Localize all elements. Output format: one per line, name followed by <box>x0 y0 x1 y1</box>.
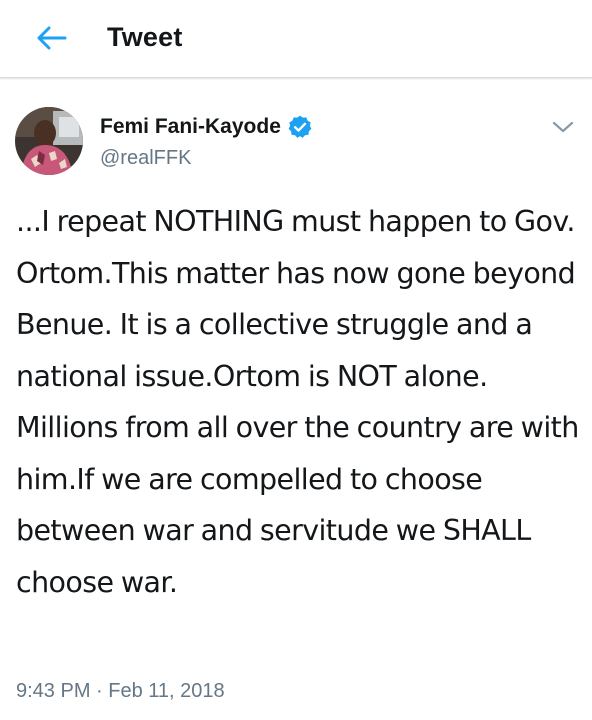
author-handle[interactable]: @realFFK <box>100 147 191 170</box>
arrow-left-icon <box>37 26 67 50</box>
avatar-image <box>15 107 83 175</box>
back-button[interactable] <box>30 20 74 56</box>
tweet-timestamp[interactable]: 9:43 PM · Feb 11, 2018 <box>16 680 225 703</box>
page-title: Tweet <box>107 22 183 52</box>
tweet-screen: Tweet Femi Fani-Kayode @realFFK ...I rep… <box>0 0 592 720</box>
tweet-options-button[interactable] <box>548 114 578 140</box>
author-display-name[interactable]: Femi Fani-Kayode <box>100 115 281 139</box>
avatar[interactable] <box>15 107 83 175</box>
author-row: Femi Fani-Kayode <box>100 114 313 140</box>
chevron-down-icon <box>552 121 574 133</box>
verified-badge-icon <box>288 115 312 138</box>
tweet-text: ...I repeat NOTHING must happen to Gov. … <box>16 205 579 599</box>
top-app-bar: Tweet <box>0 0 592 78</box>
